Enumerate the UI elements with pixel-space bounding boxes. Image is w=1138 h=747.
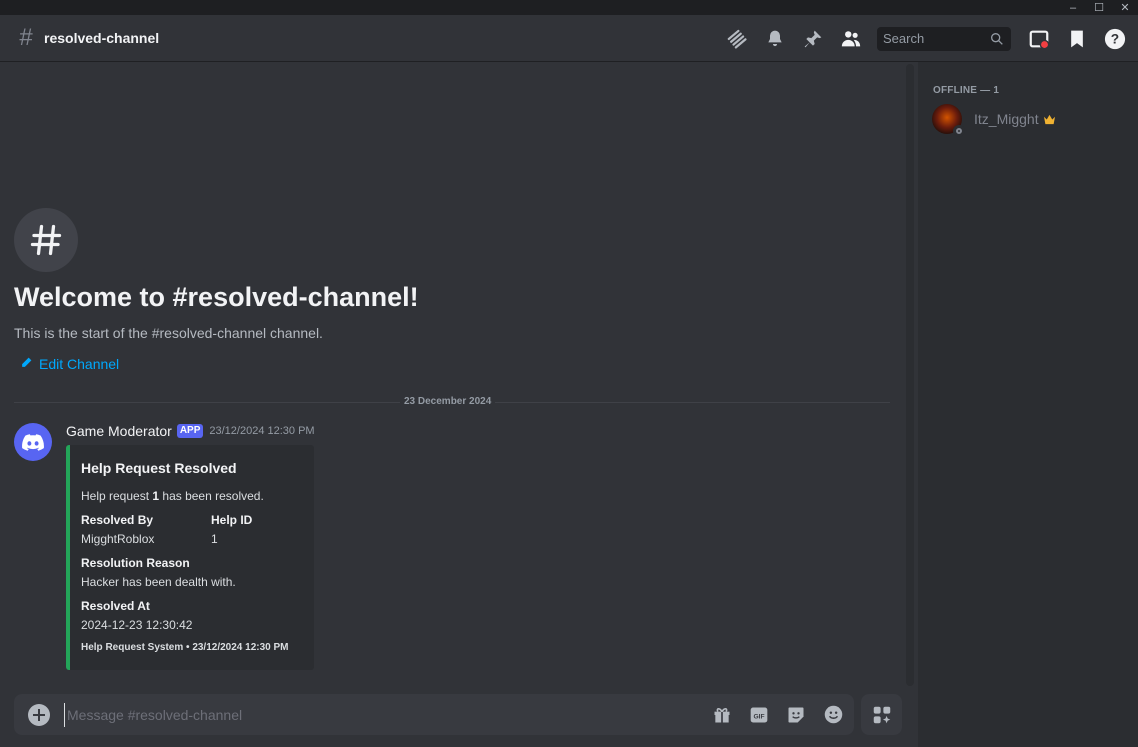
svg-text:?: ?	[1111, 31, 1119, 46]
edit-channel-link[interactable]: Edit Channel	[20, 356, 119, 372]
discord-logo-icon	[22, 433, 44, 451]
embed-footer: Help Request System • 23/12/2024 12:30 P…	[81, 642, 289, 653]
pencil-icon	[20, 356, 33, 372]
embed-field-name: Resolved At	[81, 599, 150, 613]
window-titlebar: – ☐ ✕	[0, 0, 1138, 15]
channel-header: # resolved-channel Search ?	[0, 15, 1138, 62]
maximize-button[interactable]: ☐	[1086, 0, 1112, 15]
upload-plus-button[interactable]	[28, 703, 50, 726]
member-avatar	[932, 104, 965, 137]
message-header: Game Moderator APP 23/12/2024 12:30 PM	[66, 423, 315, 439]
apps-grid-icon	[873, 706, 890, 723]
date-divider-label: 23 December 2024	[400, 396, 496, 407]
embed-field-value: Hacker has been dealth with.	[81, 575, 236, 589]
member-name: Itz_Migght	[974, 111, 1039, 127]
embed-field-name: Resolution Reason	[81, 556, 190, 570]
embed-field-value: 1	[211, 532, 218, 546]
embed-field-name: Help ID	[211, 513, 253, 527]
text-channel-hash-icon: #	[19, 24, 33, 51]
bot-avatar[interactable]	[14, 423, 52, 461]
search-icon	[989, 31, 1005, 50]
message-input[interactable]	[64, 702, 664, 727]
minimize-button[interactable]: –	[1060, 0, 1086, 15]
inbox-icon[interactable]	[1027, 27, 1051, 51]
member-item[interactable]: Itz_Migght	[932, 102, 1132, 137]
search-input[interactable]: Search	[877, 26, 1011, 51]
gif-icon[interactable]: GIF	[748, 704, 770, 726]
pin-icon[interactable]	[801, 27, 825, 51]
apps-launcher-button[interactable]	[861, 694, 902, 735]
member-list-icon[interactable]	[839, 27, 863, 51]
bookmark-icon[interactable]	[1065, 27, 1089, 51]
threads-icon[interactable]	[725, 27, 749, 51]
notification-bell-icon[interactable]	[763, 27, 787, 51]
edit-channel-label: Edit Channel	[39, 356, 120, 372]
message-author[interactable]: Game Moderator	[66, 423, 172, 439]
offline-status-icon	[953, 125, 965, 137]
embed-field-value: MigghtRoblox	[81, 532, 155, 546]
member-section-header: OFFLINE — 1	[933, 85, 1000, 96]
chat-area: Welcome to #resolved-channel! This is th…	[0, 62, 918, 747]
embed-field-name: Resolved By	[81, 513, 154, 527]
message-composer: GIF	[14, 694, 854, 735]
owner-crown-icon	[1043, 114, 1056, 125]
search-placeholder: Search	[883, 31, 925, 46]
plus-icon	[33, 708, 45, 721]
chat-scrollbar[interactable]	[906, 64, 914, 686]
help-icon[interactable]: ?	[1103, 27, 1127, 51]
welcome-subtitle: This is the start of the #resolved-chann…	[14, 325, 323, 341]
svg-text:GIF: GIF	[753, 713, 764, 720]
embed-field-value: 2024-12-23 12:30:42	[81, 618, 193, 632]
emoji-icon[interactable]	[822, 704, 844, 726]
embed-card: Help Request Resolved Help request 1 has…	[66, 445, 314, 670]
app-badge: APP	[176, 424, 204, 438]
message-timestamp: 23/12/2024 12:30 PM	[209, 425, 315, 437]
member-list: OFFLINE — 1 Itz_Migght	[918, 62, 1138, 747]
composer-actions: GIF	[696, 694, 844, 735]
gift-icon[interactable]	[711, 704, 733, 726]
channel-hash-large-icon	[14, 208, 78, 272]
header-toolbar: Search ?	[711, 15, 1138, 62]
welcome-title: Welcome to #resolved-channel!	[14, 282, 419, 312]
embed-title: Help Request Resolved	[81, 460, 237, 476]
sticker-icon[interactable]	[785, 704, 807, 726]
embed-description: Help request 1 has been resolved.	[81, 489, 264, 503]
close-button[interactable]: ✕	[1112, 0, 1138, 15]
channel-name: resolved-channel	[44, 30, 160, 46]
